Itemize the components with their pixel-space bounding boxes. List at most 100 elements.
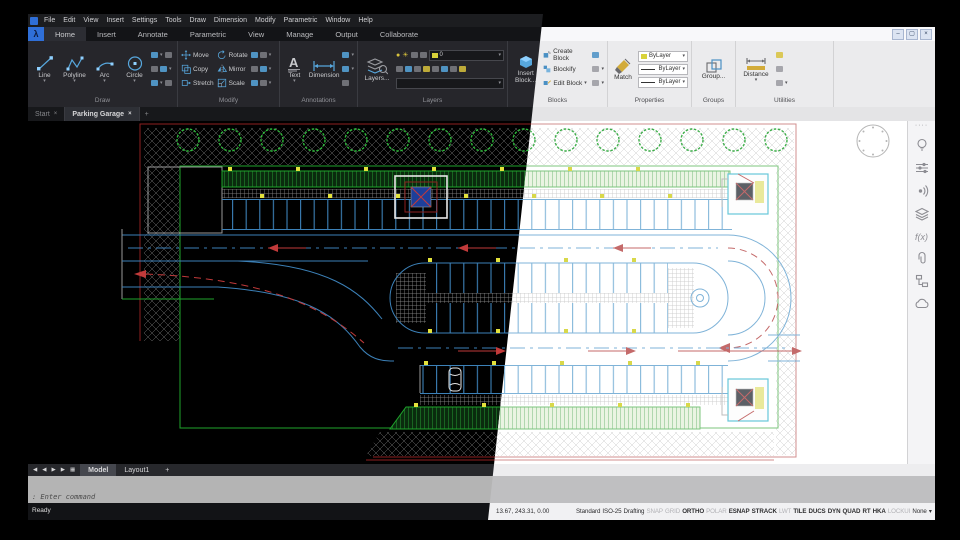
tab-insert[interactable]: Insert: [86, 27, 127, 41]
explode-icon[interactable]: [259, 80, 267, 86]
fillet-icon[interactable]: [250, 66, 258, 72]
move-tool[interactable]: Move: [181, 49, 214, 61]
layer-thaw-icon[interactable]: ☀: [402, 52, 408, 59]
last-layout-button[interactable]: ▶: [59, 467, 67, 473]
toggle-ducs[interactable]: DUCS: [808, 508, 825, 515]
layers-stack-icon[interactable]: [914, 207, 929, 221]
toggle-standard[interactable]: Standard: [576, 508, 600, 515]
tab-collaborate[interactable]: Collaborate: [369, 27, 429, 41]
toggle-none[interactable]: None: [912, 508, 927, 515]
layer-lock-icon[interactable]: [410, 52, 418, 58]
block-settings-icon[interactable]: [592, 66, 600, 72]
layout1-tab[interactable]: Layout1: [116, 464, 157, 476]
app-menu-icon[interactable]: [30, 16, 38, 25]
toggle-polar[interactable]: POLAR: [706, 508, 727, 515]
window-restore-button[interactable]: ▢: [906, 29, 918, 40]
structure-tree-icon[interactable]: [915, 274, 929, 288]
layer-isolate-icon[interactable]: [405, 66, 412, 72]
table-icon[interactable]: [342, 80, 350, 86]
menu-tools[interactable]: Tools: [161, 17, 185, 24]
tab-view[interactable]: View: [237, 27, 275, 41]
toggle-lockui[interactable]: LOCKUI: [888, 508, 911, 515]
copy-tool[interactable]: Copy: [181, 63, 214, 75]
menu-modify[interactable]: Modify: [251, 17, 280, 24]
tab-output[interactable]: Output: [324, 27, 369, 41]
tips-lightbulb-icon[interactable]: [915, 138, 929, 152]
prev-layout-button[interactable]: ◀: [40, 467, 48, 473]
dimension-tool[interactable]: Dimension: [309, 60, 339, 79]
stretch-tool[interactable]: Stretch: [181, 77, 214, 89]
arc-tool[interactable]: Arc▾: [91, 55, 118, 84]
layer-match-icon[interactable]: [441, 66, 448, 72]
scale-tool[interactable]: Scale: [217, 77, 248, 89]
create-block-button[interactable]: Create Block: [543, 48, 589, 62]
trim-icon[interactable]: [259, 66, 267, 72]
menu-help[interactable]: Help: [354, 17, 376, 24]
toggle-snap[interactable]: SNAP: [647, 508, 664, 515]
point-icon[interactable]: [164, 52, 172, 58]
circle-tool[interactable]: Circle▾: [121, 55, 148, 84]
cloud-icon[interactable]: [914, 297, 930, 309]
next-layout-button[interactable]: ▶: [49, 467, 57, 473]
menu-insert[interactable]: Insert: [102, 17, 128, 24]
layer-freeze-icon[interactable]: [423, 66, 430, 72]
attachments-paperclip-icon[interactable]: [915, 251, 929, 265]
linetype-select[interactable]: ByLayer ▾: [638, 63, 688, 75]
layer-unisolate-icon[interactable]: [414, 66, 421, 72]
rectangle-icon[interactable]: [151, 52, 158, 58]
layers-manager-button[interactable]: Layers...: [361, 57, 393, 82]
toggle-iso25[interactable]: ISO-25: [602, 508, 621, 515]
menu-parametric[interactable]: Parametric: [280, 17, 322, 24]
window-minimize-button[interactable]: –: [892, 29, 904, 40]
tab-annotate[interactable]: Annotate: [127, 27, 179, 41]
fields-fx-icon[interactable]: f(x): [914, 230, 930, 242]
window-close-button[interactable]: ×: [920, 29, 932, 40]
menu-draw[interactable]: Draw: [186, 17, 210, 24]
offset-icon[interactable]: [250, 80, 258, 86]
tab-manage[interactable]: Manage: [275, 27, 324, 41]
menu-view[interactable]: View: [79, 17, 102, 24]
tab-parametric[interactable]: Parametric: [179, 27, 237, 41]
app-logo[interactable]: λ: [28, 27, 44, 41]
toggle-lwt[interactable]: LWT: [779, 508, 791, 515]
block-attach-icon[interactable]: [592, 52, 600, 58]
mirror-tool[interactable]: Mirror: [217, 63, 248, 75]
leader-icon[interactable]: [342, 52, 350, 58]
menu-dimension[interactable]: Dimension: [210, 17, 251, 24]
hatch-icon[interactable]: [151, 66, 158, 72]
toggle-drafting[interactable]: Drafting: [624, 508, 645, 515]
erase-icon[interactable]: [259, 52, 267, 58]
layer-state-icon[interactable]: [396, 66, 403, 72]
mtext-icon[interactable]: [342, 66, 350, 72]
layer-walk-icon[interactable]: [459, 66, 466, 72]
add-layout-button[interactable]: +: [157, 464, 177, 476]
measure-icon[interactable]: [776, 52, 783, 58]
match-properties-button[interactable]: Match: [611, 58, 635, 81]
toggle-strack[interactable]: STRACK: [752, 508, 777, 515]
layer-state-select[interactable]: ▾: [396, 77, 504, 89]
color-select[interactable]: ByLayer ▾: [638, 50, 688, 62]
cloud-revision-icon[interactable]: [164, 80, 172, 86]
id-point-icon[interactable]: [776, 66, 783, 72]
status-more-icon[interactable]: ▾: [929, 508, 932, 515]
menu-settings[interactable]: Settings: [128, 17, 161, 24]
layer-on-icon[interactable]: ●: [396, 52, 400, 59]
block-ref-icon[interactable]: [592, 80, 600, 86]
tab-home[interactable]: Home: [44, 27, 87, 41]
grip-dots-icon[interactable]: ····: [915, 122, 928, 129]
toggle-ortho[interactable]: ORTHO: [682, 508, 704, 515]
doc-tab-start[interactable]: Start ×: [28, 107, 66, 121]
distance-button[interactable]: Distance▾: [739, 57, 773, 82]
toggle-hka[interactable]: HKA: [873, 508, 886, 515]
toggle-tile[interactable]: TILE: [793, 508, 806, 515]
region-icon[interactable]: [160, 66, 167, 72]
edit-block-button[interactable]: Edit Block▾: [543, 77, 589, 89]
rotate-tool[interactable]: Rotate: [217, 49, 248, 61]
quick-select-icon[interactable]: [776, 80, 783, 86]
toggle-grid[interactable]: GRID: [665, 508, 680, 515]
close-icon[interactable]: ×: [54, 111, 58, 117]
new-document-button[interactable]: +: [140, 107, 154, 121]
text-tool[interactable]: A Text▾: [283, 55, 306, 84]
layer-plot-icon[interactable]: [419, 52, 427, 58]
layer-current-icon[interactable]: [450, 66, 457, 72]
